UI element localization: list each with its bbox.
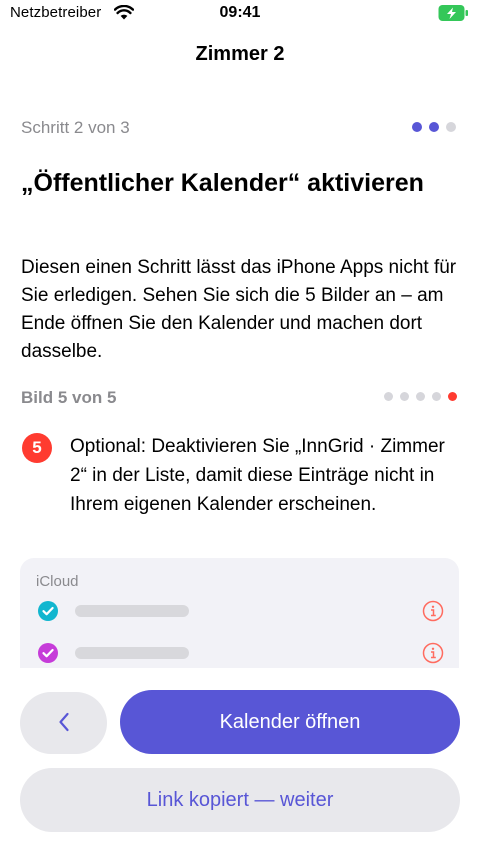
image-page-dot[interactable] bbox=[384, 392, 393, 401]
step-number-badge: 5 bbox=[22, 433, 52, 463]
description-text: Diesen einen Schritt lässt das iPhone Ap… bbox=[21, 257, 457, 362]
image-page-dots bbox=[384, 392, 457, 401]
calendar-name-placeholder bbox=[75, 647, 189, 659]
step-progress bbox=[412, 122, 456, 132]
checkmark-circle-icon bbox=[38, 601, 58, 621]
checkmark-circle-icon bbox=[38, 643, 58, 663]
calendar-row bbox=[20, 591, 459, 631]
nav-title: Zimmer 2 bbox=[195, 43, 285, 65]
calendar-row bbox=[20, 633, 459, 673]
instruction-text: Optional: Deaktivieren Sie „InnGrid · Zi… bbox=[70, 436, 445, 515]
image-page-dot[interactable] bbox=[448, 392, 457, 401]
back-button[interactable] bbox=[20, 692, 107, 754]
calendar-section-header: iCloud bbox=[36, 573, 79, 590]
open-calendar-button[interactable]: Kalender öffnen bbox=[120, 690, 460, 754]
calendar-name-placeholder bbox=[75, 605, 189, 617]
image-counter-label: Bild 5 von 5 bbox=[21, 388, 117, 407]
info-icon bbox=[422, 642, 444, 664]
image-page-dot[interactable] bbox=[400, 392, 409, 401]
step-dot bbox=[429, 122, 439, 132]
image-page-dot[interactable] bbox=[432, 392, 441, 401]
chevron-left-icon bbox=[57, 712, 71, 736]
clock: 09:41 bbox=[219, 4, 261, 21]
info-icon bbox=[422, 600, 444, 622]
step-dot bbox=[412, 122, 422, 132]
image-page-dot[interactable] bbox=[416, 392, 425, 401]
calendar-preview-card: iCloud bbox=[20, 558, 459, 683]
link-copied-continue-button[interactable]: Link kopiert — weiter bbox=[20, 768, 460, 832]
step-dot bbox=[446, 122, 456, 132]
status-bar: Netzbetreiber 09:41 bbox=[0, 0, 480, 26]
page-title: „Öffentlicher Kalender“ aktivieren bbox=[21, 169, 424, 197]
step-label: Schritt 2 von 3 bbox=[21, 118, 130, 137]
battery-charging-icon bbox=[438, 4, 468, 22]
